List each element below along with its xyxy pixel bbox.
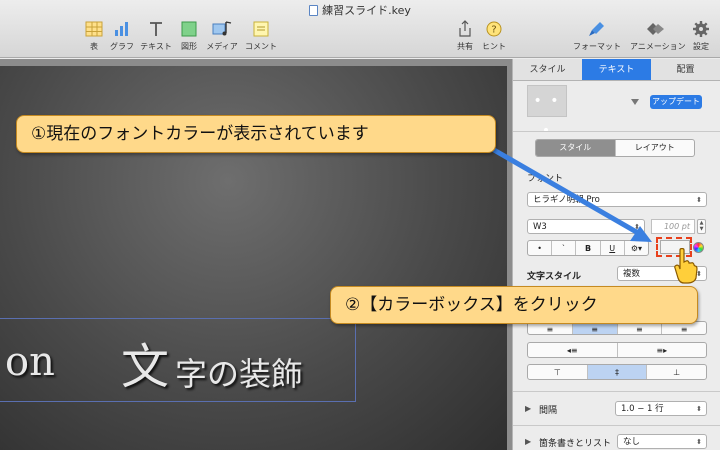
text-subtabs: スタイル レイアウト — [535, 139, 695, 157]
font-family-select[interactable]: ヒラギノ明朝 Pro ⬍ — [527, 192, 707, 207]
slide-text-part1: on — [5, 339, 55, 385]
bullets-value: なし — [623, 437, 641, 447]
format-button-label: フォーマット — [573, 42, 621, 51]
bullet-button[interactable]: • — [528, 241, 553, 255]
divider — [513, 131, 720, 132]
media-icon — [212, 20, 232, 38]
outdent-icon[interactable]: ◂≡ — [528, 343, 618, 357]
char-style-value: 複数 — [623, 269, 641, 279]
gear-icon — [691, 20, 711, 38]
shape-icon — [179, 20, 199, 38]
vertical-align-buttons: ⊤ ‡ ⊥ — [527, 364, 707, 380]
tab-text[interactable]: テキスト — [582, 59, 651, 80]
comment-button[interactable]: コメント — [236, 20, 286, 52]
bullets-select[interactable]: なし ⬍ — [617, 434, 707, 449]
italic-button[interactable]: ˋ — [552, 241, 577, 255]
font-size-stepper[interactable]: ▲ ▼ — [697, 219, 706, 234]
updown-arrows-icon: ⬍ — [696, 196, 702, 204]
advanced-options-button[interactable]: ⚙▾ — [625, 241, 648, 255]
format-brush-icon — [587, 20, 607, 38]
update-button[interactable]: アップデート — [650, 95, 702, 109]
tab-style[interactable]: スタイル — [513, 59, 582, 80]
toolbar: 練習スライド.key 表 グラフ テキスト 図形 メディア コメント 共有 ? … — [0, 0, 720, 58]
updown-arrows-icon: ⬍ — [634, 223, 640, 231]
settings-button-label: 設定 — [693, 42, 709, 51]
spacing-label: 間隔 — [539, 406, 558, 416]
animation-button-label: アニメーション — [630, 42, 686, 51]
font-family-value: ヒラギノ明朝 Pro — [533, 195, 600, 205]
callout-current-font-color: ①現在のフォントカラーが表示されています — [16, 115, 496, 153]
settings-button[interactable]: 設定 — [676, 20, 720, 52]
format-button[interactable]: フォーマット — [572, 20, 622, 52]
disclosure-triangle-icon[interactable]: ▶ — [525, 404, 531, 413]
divider — [513, 425, 720, 426]
font-section-label: フォント — [527, 174, 564, 184]
spacing-select[interactable]: 1.0 − 1 行 ⬍ — [615, 401, 707, 416]
help-icon: ? — [484, 20, 504, 38]
callout-click-color-box: ②【カラーボックス】をクリック — [330, 286, 698, 324]
valign-top-icon[interactable]: ⊤ — [528, 365, 588, 379]
text-icon — [146, 20, 166, 38]
subtab-layout[interactable]: レイアウト — [616, 140, 695, 156]
slide-text-part2: 文 — [121, 339, 170, 395]
font-weight-select[interactable]: W3 ⬍ — [527, 219, 645, 234]
indent-buttons: ◂≡ ≡▸ — [527, 342, 707, 358]
font-size-field[interactable]: 100 pt — [651, 219, 695, 234]
help-button[interactable]: ? ヒント — [469, 20, 519, 52]
animation-icon — [645, 20, 665, 38]
tab-arrange[interactable]: 配置 — [651, 59, 720, 80]
text-format-buttons: • ˋ B U ⚙▾ — [527, 240, 649, 256]
slide-text-part3: 字の装飾 — [175, 355, 304, 393]
keynote-doc-icon — [309, 5, 319, 16]
divider — [513, 391, 720, 392]
help-button-label: ヒント — [482, 42, 506, 51]
paragraph-style-preview[interactable]: • • • — [527, 85, 567, 139]
chevron-down-icon[interactable] — [631, 99, 639, 105]
font-weight-value: W3 — [533, 222, 547, 232]
chart-icon — [112, 20, 132, 38]
valign-bottom-icon[interactable]: ⊥ — [647, 365, 706, 379]
inspector-tabs: スタイル テキスト 配置 — [513, 59, 720, 81]
window-title: 練習スライド.key — [0, 2, 720, 18]
comment-button-label: コメント — [245, 42, 277, 51]
pointer-hand-icon — [674, 248, 698, 284]
char-style-label: 文字スタイル — [527, 272, 582, 282]
subtab-style[interactable]: スタイル — [536, 140, 616, 156]
underline-button[interactable]: U — [601, 241, 625, 255]
svg-text:?: ? — [491, 25, 496, 36]
valign-middle-icon[interactable]: ‡ — [587, 365, 648, 379]
updown-arrows-icon: ⬍ — [696, 438, 702, 446]
bold-button[interactable]: B — [576, 241, 601, 255]
spacing-value: 1.0 − 1 行 — [621, 404, 664, 414]
animation-button[interactable]: アニメーション — [630, 20, 686, 52]
comment-icon — [251, 20, 271, 38]
bullets-label: 箇条書きとリスト — [539, 439, 612, 449]
slide-text-box[interactable]: on 文 字の装飾 — [0, 318, 356, 402]
updown-arrows-icon: ⬍ — [696, 405, 702, 413]
indent-icon[interactable]: ≡▸ — [618, 343, 707, 357]
window-title-text: 練習スライド.key — [322, 4, 411, 17]
disclosure-triangle-icon[interactable]: ▶ — [525, 437, 531, 446]
